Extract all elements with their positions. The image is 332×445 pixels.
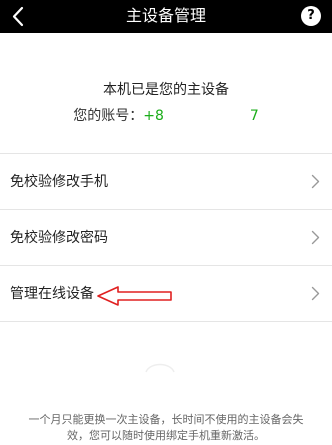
account-row: 您的账号：+8 7 [0, 106, 332, 126]
chevron-right-icon [311, 286, 320, 301]
footer-note: 一个月只能更换一次主设备，长时间不使用的主设备会失 效，您可以随时使用绑定手机重… [16, 412, 316, 444]
account-label: 您的账号： [73, 108, 144, 124]
page-title: 主设备管理 [125, 6, 206, 25]
red-arrow-annotation-icon [97, 286, 172, 306]
top-navigation-bar: 主设备管理 ? [0, 0, 332, 33]
menu-item-change-password[interactable]: 免校验修改密码 [0, 210, 332, 266]
menu-item-change-phone[interactable]: 免校验修改手机 [0, 154, 332, 210]
main-device-info: 本机已是您的主设备 您的账号：+8 7 [0, 80, 332, 126]
masked-account-digits [163, 108, 250, 122]
menu-item-label: 管理在线设备 [10, 286, 94, 302]
watermark-icon [145, 363, 175, 373]
main-device-heading: 本机已是您的主设备 [103, 82, 229, 98]
account-number-prefix: +8 [143, 108, 164, 124]
help-button[interactable]: ? [301, 6, 321, 26]
footer-line-2: 效，您可以随时使用绑定手机重新激活。 [67, 429, 265, 442]
menu-item-label: 免校验修改密码 [10, 230, 108, 246]
chevron-right-icon [311, 230, 320, 245]
account-number-suffix: 7 [249, 108, 259, 124]
footer-line-1: 一个月只能更换一次主设备，长时间不使用的主设备会失 [28, 413, 304, 426]
chevron-right-icon [311, 174, 320, 189]
menu-item-label: 免校验修改手机 [10, 174, 108, 190]
